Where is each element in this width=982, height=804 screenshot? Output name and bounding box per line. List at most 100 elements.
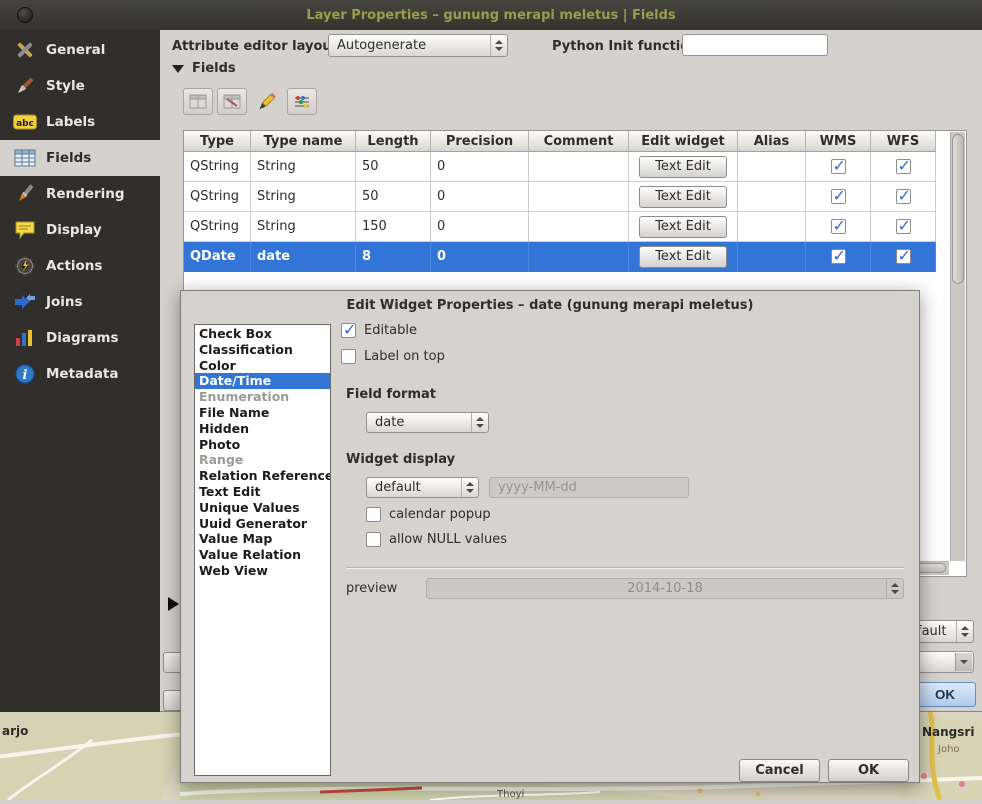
field-format-combo[interactable]: date <box>366 412 489 433</box>
list-item[interactable]: Value Relation <box>195 547 330 563</box>
list-item-disabled: Enumeration <box>195 389 330 405</box>
python-init-input[interactable] <box>682 34 828 56</box>
column-header[interactable]: Length <box>356 131 431 152</box>
wms-checkbox[interactable] <box>831 159 846 174</box>
text-edit-widget-button[interactable]: Text Edit <box>639 216 727 238</box>
toggle-editing-pencil-icon[interactable] <box>251 88 281 115</box>
gear-icon <box>12 254 37 278</box>
rendering-brush-icon <box>12 182 37 206</box>
list-item[interactable]: Web View <box>195 563 330 579</box>
combo-spinner-icon[interactable] <box>956 621 973 642</box>
preview-value: 2014-10-18 <box>627 581 703 596</box>
list-item[interactable]: Color <box>195 358 330 374</box>
combo-spinner-icon[interactable] <box>490 35 507 56</box>
sidebar-item-joins[interactable]: Joins <box>0 284 160 320</box>
text-edit-widget-button[interactable]: Text Edit <box>639 246 727 268</box>
delete-column-button[interactable] <box>217 88 247 115</box>
sidebar-item-general[interactable]: General <box>0 32 160 68</box>
window-close-button[interactable] <box>17 7 33 23</box>
cancel-button[interactable]: Cancel <box>739 759 820 782</box>
cell-wms <box>806 212 871 242</box>
list-item[interactable]: Photo <box>195 437 330 453</box>
list-item[interactable]: Relation Reference <box>195 468 330 484</box>
allow-null-checkbox[interactable] <box>366 532 381 547</box>
cell-wfs <box>871 212 936 242</box>
layer-properties-ok-button[interactable]: OK <box>914 682 976 707</box>
combo-spinner-icon[interactable] <box>471 413 488 432</box>
sidebar-item-display[interactable]: Display <box>0 212 160 248</box>
wfs-checkbox[interactable] <box>896 159 911 174</box>
column-header[interactable]: Precision <box>431 131 529 152</box>
sidebar-item-style[interactable]: Style <box>0 68 160 104</box>
table-row-selected[interactable]: QDate date 8 0 Text Edit <box>184 242 966 272</box>
column-header[interactable]: Alias <box>738 131 806 152</box>
editable-checkbox[interactable] <box>341 323 356 338</box>
wfs-checkbox[interactable] <box>896 249 911 264</box>
list-item[interactable]: Text Edit <box>195 484 330 500</box>
abc-label-icon: abc <box>12 110 37 134</box>
label-on-top-checkbox-row[interactable]: Label on top <box>341 349 445 364</box>
sidebar-item-rendering[interactable]: Rendering <box>0 176 160 212</box>
cell-edit-widget: Text Edit <box>629 212 738 242</box>
cell-alias <box>738 242 806 272</box>
sidebar-item-label: Diagrams <box>46 330 118 346</box>
column-header[interactable]: Type name <box>251 131 356 152</box>
wms-checkbox[interactable] <box>831 189 846 204</box>
list-item[interactable]: File Name <box>195 405 330 421</box>
column-header[interactable]: Comment <box>529 131 629 152</box>
widget-type-list[interactable]: Check Box Classification Color Date/Time… <box>194 324 331 776</box>
allow-null-checkbox-row[interactable]: allow NULL values <box>366 532 507 547</box>
cell-comment <box>529 152 629 182</box>
text-edit-widget-button[interactable]: Text Edit <box>639 156 727 178</box>
editable-checkbox-row[interactable]: Editable <box>341 323 417 338</box>
table-row[interactable]: QString String 50 0 Text Edit <box>184 182 966 212</box>
field-format-label: Field format <box>346 387 436 402</box>
label-on-top-checkbox[interactable] <box>341 349 356 364</box>
sidebar-item-fields[interactable]: Fields <box>0 140 160 176</box>
scrollbar-thumb[interactable] <box>952 134 964 284</box>
cell-edit-widget: Text Edit <box>629 152 738 182</box>
wms-checkbox[interactable] <box>831 249 846 264</box>
attribute-editor-layout-combo[interactable]: Autogenerate <box>328 34 508 57</box>
list-item[interactable]: Unique Values <box>195 500 330 516</box>
table-row[interactable]: QString String 150 0 Text Edit <box>184 212 966 242</box>
sidebar-item-diagrams[interactable]: Diagrams <box>0 320 160 356</box>
list-item-selected[interactable]: Date/Time <box>195 373 330 389</box>
window-titlebar[interactable]: Layer Properties – gunung merapi meletus… <box>0 0 982 30</box>
panel-expander-icon[interactable] <box>168 597 179 611</box>
dropdown-arrow-icon[interactable] <box>955 653 972 671</box>
list-item[interactable]: Classification <box>195 342 330 358</box>
column-header[interactable]: WMS <box>806 131 871 152</box>
cell-type: QString <box>184 152 251 182</box>
text-edit-widget-button[interactable]: Text Edit <box>639 186 727 208</box>
widget-display-combo[interactable]: default <box>366 477 479 498</box>
wfs-checkbox[interactable] <box>896 219 911 234</box>
python-init-label: Python Init function <box>552 39 698 54</box>
list-item[interactable]: Uuid Generator <box>195 516 330 532</box>
table-row[interactable]: QString String 50 0 Text Edit <box>184 152 966 182</box>
calendar-popup-checkbox[interactable] <box>366 507 381 522</box>
list-item[interactable]: Check Box <box>195 326 330 342</box>
list-item-disabled: Range <box>195 452 330 468</box>
new-column-button[interactable] <box>183 88 213 115</box>
preview-label: preview <box>346 581 397 596</box>
sidebar-item-labels[interactable]: abc Labels <box>0 104 160 140</box>
list-item[interactable]: Hidden <box>195 421 330 437</box>
spinbox-arrows-icon[interactable] <box>886 579 903 598</box>
ok-button[interactable]: OK <box>828 759 909 782</box>
sidebar-item-metadata[interactable]: i Metadata <box>0 356 160 392</box>
column-header[interactable]: Edit widget <box>629 131 738 152</box>
column-header[interactable]: WFS <box>871 131 936 152</box>
wms-checkbox[interactable] <box>831 219 846 234</box>
calendar-popup-checkbox-row[interactable]: calendar popup <box>366 507 491 522</box>
list-item[interactable]: Value Map <box>195 531 330 547</box>
fields-section-disclosure-icon[interactable] <box>172 65 184 73</box>
vertical-scrollbar[interactable] <box>950 132 965 561</box>
column-header[interactable]: Type <box>184 131 251 152</box>
widget-display-value: default <box>375 480 421 495</box>
combo-spinner-icon[interactable] <box>461 478 478 497</box>
wfs-checkbox[interactable] <box>896 189 911 204</box>
sidebar-item-actions[interactable]: Actions <box>0 248 160 284</box>
cell-type-name: date <box>251 242 356 272</box>
field-calculator-button[interactable] <box>287 88 317 115</box>
